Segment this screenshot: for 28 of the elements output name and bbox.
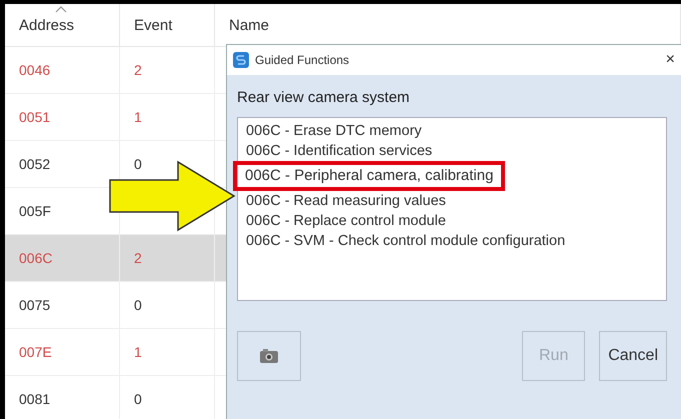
function-item[interactable]: 006C - Read measuring values — [242, 191, 450, 211]
function-item[interactable]: 006C - Peripheral camera, calibrating — [233, 161, 506, 191]
app-icon — [233, 52, 249, 68]
column-header[interactable]: Address — [5, 4, 120, 46]
table-cell: 1 — [120, 328, 214, 376]
close-button[interactable]: × — [666, 51, 675, 69]
table-cell: 0075 — [5, 282, 120, 328]
function-item[interactable]: 006C - SVM - Check control module configuration — [242, 231, 570, 251]
table-cell: 006C — [5, 234, 120, 282]
dialog-button[interactable]: Cancel — [599, 331, 667, 381]
table-cell: 0 — [120, 282, 214, 328]
table-cell: 1 — [120, 94, 214, 140]
table-cell: 2 — [120, 234, 214, 282]
table-cell: 0046 — [5, 46, 120, 94]
table-cell: 0051 — [5, 94, 120, 140]
column-header[interactable]: Event — [120, 4, 214, 46]
table-cell: 0081 — [5, 376, 120, 419]
screenshot-button[interactable] — [237, 331, 301, 381]
table-cell: 007E — [5, 328, 120, 376]
table-cell: 0 — [120, 376, 214, 419]
camera-icon — [259, 348, 279, 364]
function-item[interactable]: 006C - Identification services — [242, 141, 436, 161]
dialog-heading: Rear view camera system — [237, 89, 411, 106]
function-item[interactable]: 006C - Erase DTC memory — [242, 121, 426, 141]
window-title: Guided Functions — [255, 53, 350, 67]
function-item[interactable]: 006C - Replace control module — [242, 211, 450, 231]
table-cell: 2 — [120, 46, 214, 94]
arrow-icon — [108, 160, 236, 232]
